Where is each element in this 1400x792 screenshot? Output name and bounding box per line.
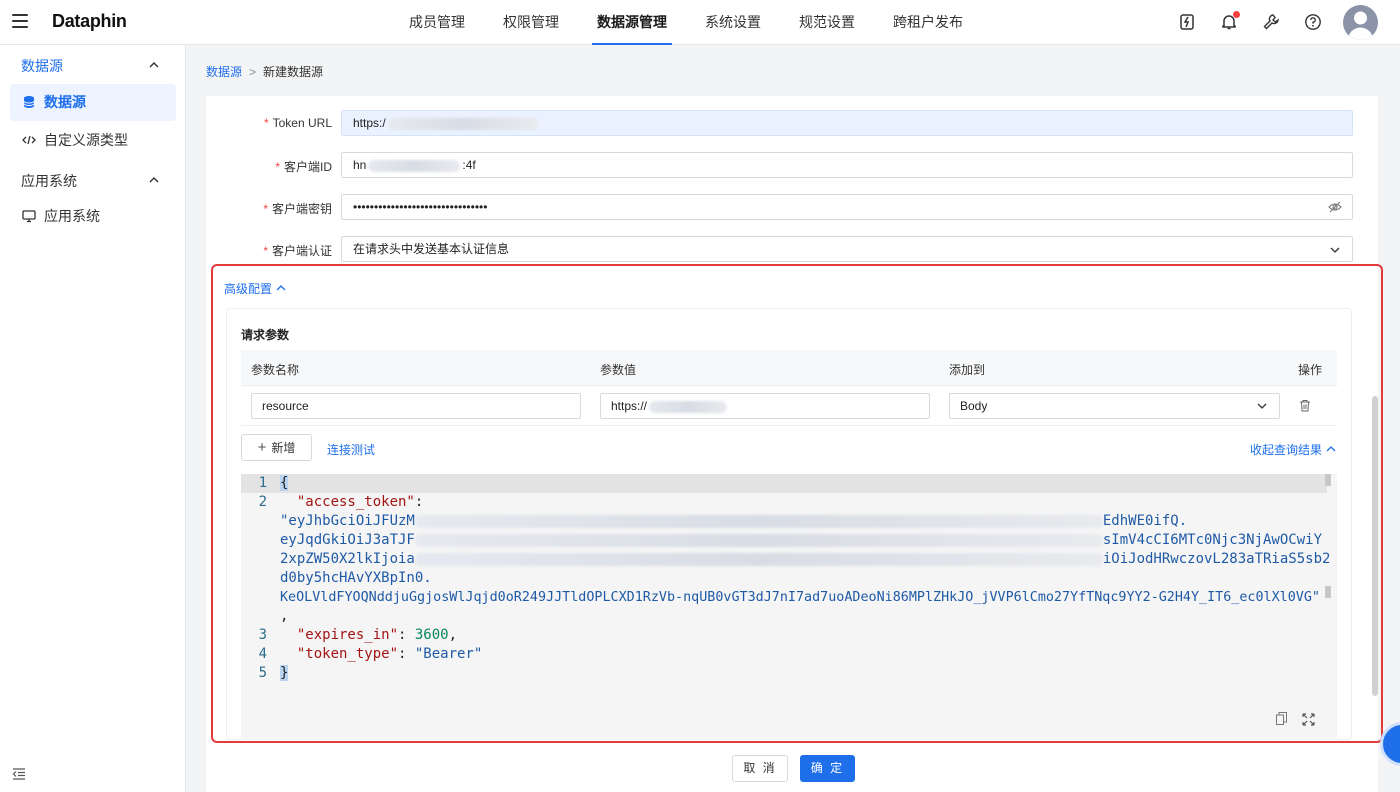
collapse-sidebar-icon[interactable] xyxy=(12,768,26,780)
expand-icon[interactable] xyxy=(1302,713,1315,726)
line-number: 1 xyxy=(258,475,267,491)
page-scrollbar[interactable] xyxy=(1372,396,1378,696)
line-number: 5 xyxy=(258,665,267,681)
sidebar-item-app-system[interactable]: 应用系统 xyxy=(10,198,176,235)
line-number: 4 xyxy=(258,646,267,662)
eye-hidden-icon[interactable] xyxy=(1328,201,1342,213)
code-value: "Bearer" xyxy=(414,646,483,662)
add-to-select[interactable]: Body xyxy=(949,393,1280,419)
collapse-result-link[interactable]: 收起查询结果 xyxy=(1250,441,1336,458)
sidebar-item-custom-source-type[interactable]: 自定义源类型 xyxy=(10,122,176,159)
sidebar-group-label: 数据源 xyxy=(21,58,63,74)
sidebar-item-label: 应用系统 xyxy=(44,208,100,224)
breadcrumb-separator: > xyxy=(249,65,257,79)
nav-members[interactable]: 成员管理 xyxy=(390,0,484,45)
col-param-name: 参数名称 xyxy=(251,363,300,377)
code-icon xyxy=(22,135,36,145)
code-token-part: d0by5hcHAvYXBpIn0. xyxy=(280,570,432,586)
line-number: 2 xyxy=(258,494,267,510)
active-line-highlight xyxy=(241,474,1327,493)
param-name-input[interactable]: resource xyxy=(251,393,581,419)
code-value: 3600 xyxy=(414,627,449,643)
token-url-label: * Token URL xyxy=(263,116,332,130)
client-id-label: * 客户端ID xyxy=(275,160,332,174)
sidebar-group-app-system[interactable]: 应用系统 xyxy=(21,171,171,191)
top-nav: 成员管理 权限管理 数据源管理 系统设置 规范设置 跨租户发布 xyxy=(390,0,982,45)
token-url-input[interactable]: https:/ xyxy=(341,110,1353,136)
nav-permissions[interactable]: 权限管理 xyxy=(484,0,578,45)
row-divider xyxy=(241,425,1337,426)
trash-icon[interactable] xyxy=(1299,399,1311,412)
code-token-part: KeOLVldFYOQNddjuGgjosWlJqjd0oR249JJTldOP… xyxy=(280,590,1320,605)
code-token-part: 2xpZW50X2lkIjoia xyxy=(280,551,415,567)
params-table-header: 参数名称 参数值 添加到 操作 xyxy=(241,350,1337,386)
plus-icon: + xyxy=(257,439,267,456)
breadcrumb-current: 新建数据源 xyxy=(263,65,324,79)
client-secret-label: * 客户端密钥 xyxy=(263,202,332,216)
request-params-title: 请求参数 xyxy=(241,328,290,342)
nav-datasource-management[interactable]: 数据源管理 xyxy=(578,0,686,45)
lightning-icon[interactable] xyxy=(1178,13,1196,31)
client-id-input[interactable]: hn:4f xyxy=(341,152,1353,178)
chevron-down-icon xyxy=(1330,247,1340,253)
sidebar-group-label: 应用系统 xyxy=(21,173,77,189)
wrench-icon[interactable] xyxy=(1262,13,1280,31)
confirm-button[interactable]: 确 定 xyxy=(800,755,855,782)
chevron-up-icon xyxy=(149,177,159,183)
sidebar-item-label: 数据源 xyxy=(44,94,86,110)
bell-icon[interactable] xyxy=(1220,11,1240,31)
code-open-brace: { xyxy=(280,475,289,491)
notification-dot xyxy=(1233,11,1240,18)
code-scrollbar[interactable] xyxy=(1325,474,1331,734)
code-key: "access_token" xyxy=(296,494,415,510)
logo: Dataphin xyxy=(52,11,127,31)
chevron-up-icon xyxy=(276,285,286,291)
avatar[interactable] xyxy=(1343,5,1378,40)
code-key: "token_type" xyxy=(296,646,399,662)
col-actions: 操作 xyxy=(1298,363,1323,377)
sidebar-item-datasource[interactable]: 数据源 xyxy=(10,84,176,121)
help-icon[interactable] xyxy=(1304,13,1322,31)
top-bar: Dataphin 成员管理 权限管理 数据源管理 系统设置 规范设置 跨租户发布 xyxy=(0,0,1400,45)
breadcrumb: 数据源 > 新建数据源 xyxy=(206,63,323,80)
code-close-brace: } xyxy=(280,665,289,681)
code-token-part: eyJqdGkiOiJ3aTJF xyxy=(280,532,415,548)
param-value-input[interactable]: https:// xyxy=(600,393,930,419)
sidebar-group-datasource[interactable]: 数据源 xyxy=(21,56,171,76)
col-add-to: 添加到 xyxy=(949,363,986,377)
client-secret-input[interactable]: •••••••••••••••••••••••••••••••• xyxy=(341,194,1353,220)
code-key: "expires_in" xyxy=(296,627,399,643)
nav-cross-tenant-publish[interactable]: 跨租户发布 xyxy=(874,0,982,45)
result-code-viewer[interactable]: 1 2 3 4 5 { "access_token": "eyJhbGciOiJ… xyxy=(241,474,1337,740)
assistant-float-button[interactable] xyxy=(1380,722,1400,766)
code-comma: , xyxy=(280,608,289,624)
connection-test-link[interactable]: 连接测试 xyxy=(327,441,375,458)
sidebar: 数据源 数据源 自定义源类型 应用系统 应用系统 xyxy=(0,45,186,792)
chevron-up-icon xyxy=(149,62,159,68)
advanced-config-toggle[interactable]: 高级配置 xyxy=(224,280,286,297)
add-param-button[interactable]: + 新增 xyxy=(241,434,312,461)
col-param-value: 参数值 xyxy=(600,363,637,377)
code-token-part: "eyJhbGciOiJFUzM xyxy=(280,513,415,529)
database-icon xyxy=(23,96,35,108)
chevron-down-icon xyxy=(1257,403,1267,409)
menu-icon[interactable] xyxy=(12,14,28,28)
cancel-button[interactable]: 取 消 xyxy=(732,755,788,782)
monitor-icon xyxy=(22,210,36,223)
copy-icon[interactable] xyxy=(1276,712,1287,725)
client-auth-label: * 客户端认证 xyxy=(263,244,332,258)
client-auth-select[interactable]: 在请求头中发送基本认证信息 xyxy=(341,236,1353,262)
chevron-up-icon xyxy=(1326,446,1336,452)
breadcrumb-datasource-link[interactable]: 数据源 xyxy=(206,65,242,79)
line-number: 3 xyxy=(258,627,267,643)
nav-system-settings[interactable]: 系统设置 xyxy=(686,0,780,45)
sidebar-item-label: 自定义源类型 xyxy=(44,132,128,148)
nav-standard-settings[interactable]: 规范设置 xyxy=(780,0,874,45)
